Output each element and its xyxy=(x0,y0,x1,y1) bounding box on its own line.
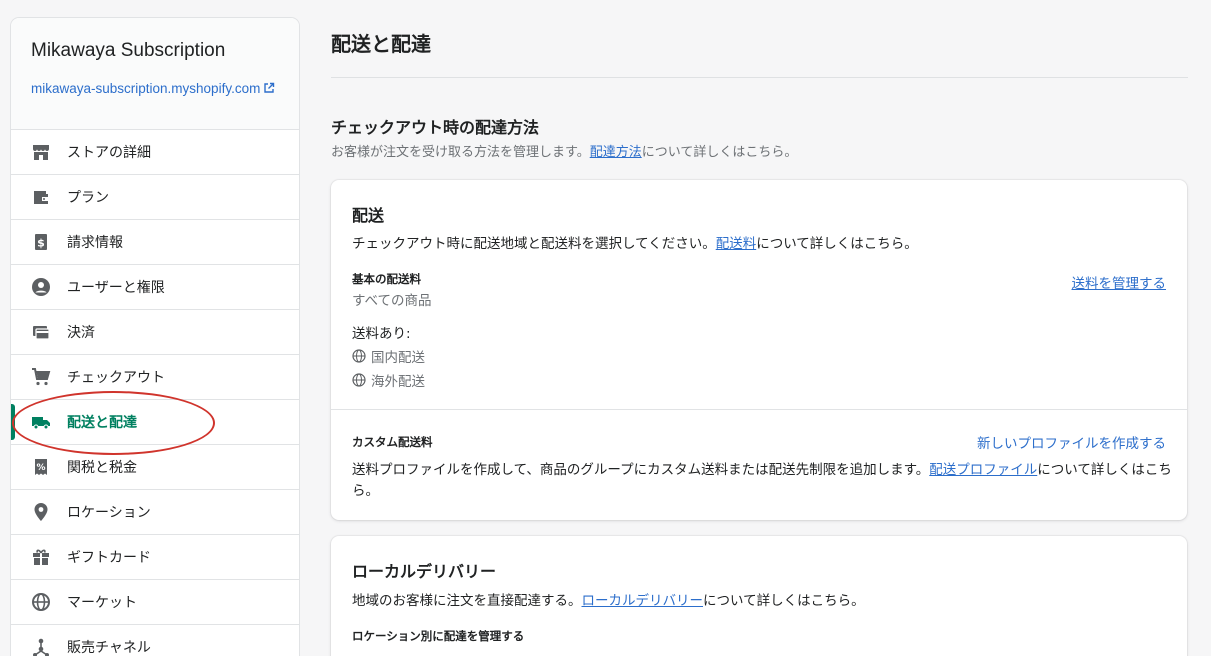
sidebar-item-taxes[interactable]: % 関税と税金 xyxy=(11,445,299,490)
globe-icon xyxy=(31,592,51,612)
shipping-card-desc: チェックアウト時に配送地域と配送料を選択してください。配送料について詳しくはこち… xyxy=(352,232,918,252)
custom-rates-label: カスタム配送料 xyxy=(352,435,433,449)
sidebar-item-users[interactable]: ユーザーと権限 xyxy=(11,265,299,310)
general-rates-label: 基本の配送料 xyxy=(352,272,421,286)
store-url-link[interactable]: mikawaya-subscription.myshopify.com xyxy=(31,78,281,99)
card-divider xyxy=(331,409,1187,410)
sidebar-item-label: 販売チャネル xyxy=(67,640,151,656)
custom-rates-desc: 送料プロファイルを作成して、商品のグループにカスタム送料または配送先制限を追加し… xyxy=(352,460,1172,502)
sidebar-item-label: 配送と配達 xyxy=(67,415,137,431)
sidebar-item-checkout[interactable]: チェックアウト xyxy=(11,355,299,400)
shipping-rates-link[interactable]: 配送料 xyxy=(716,236,757,252)
sidebar-item-markets[interactable]: マーケット xyxy=(11,580,299,625)
sidebar-item-label: チェックアウト xyxy=(67,370,165,386)
shipping-card: 配送 チェックアウト時に配送地域と配送料を選択してください。配送料について詳しく… xyxy=(331,180,1187,520)
sidebar-item-label: プラン xyxy=(67,190,109,206)
local-desc-text: 地域のお客様に注文を直接配達する。 xyxy=(352,593,582,609)
sidebar-item-label: ユーザーと権限 xyxy=(67,280,165,296)
channel-icon xyxy=(31,637,51,656)
store-url-text[interactable]: mikawaya-subscription.myshopify.com xyxy=(31,81,260,96)
sidebar-item-sales-channels[interactable]: 販売チャネル xyxy=(11,625,299,656)
payment-icon xyxy=(31,322,51,342)
shipping-profiles-link[interactable]: 配送プロファイル xyxy=(929,462,1037,478)
sidebar-item-label: ギフトカード xyxy=(67,550,151,566)
user-icon xyxy=(31,277,51,297)
sidebar-item-gift-cards[interactable]: ギフトカード xyxy=(11,535,299,580)
local-delivery-title: ローカルデリバリー xyxy=(352,562,497,581)
general-rates-products: すべての商品 xyxy=(352,293,432,309)
store-header: Mikawaya Subscription mikawaya-subscript… xyxy=(11,18,299,130)
section-subtitle: お客様が注文を受け取る方法を管理します。配達方法について詳しくはこちら。 xyxy=(331,141,797,160)
rates-for-label: 送料あり: xyxy=(352,326,411,342)
sidebar-item-payments[interactable]: 決済 xyxy=(11,310,299,355)
cart-icon xyxy=(31,367,51,387)
create-profile-link[interactable]: 新しいプロファイルを作成する xyxy=(977,432,1166,452)
sidebar-item-store-details[interactable]: ストアの詳細 xyxy=(11,130,299,175)
section-sub-text: お客様が注文を受け取る方法を管理します。 xyxy=(331,145,590,160)
sidebar-item-label: ストアの詳細 xyxy=(67,145,151,161)
delivery-methods-link[interactable]: 配達方法 xyxy=(590,145,642,160)
local-delivery-link[interactable]: ローカルデリバリー xyxy=(582,593,704,609)
sidebar-item-plan[interactable]: プラン xyxy=(11,175,299,220)
page-title: 配送と配達 xyxy=(331,32,431,56)
sidebar-item-locations[interactable]: ロケーション xyxy=(11,490,299,535)
sidebar-item-label: 決済 xyxy=(67,325,95,341)
sidebar-item-label: マーケット xyxy=(67,595,137,611)
shipping-desc-suffix: について詳しくはこちら。 xyxy=(756,236,918,252)
local-delivery-desc: 地域のお客様に注文を直接配達する。ローカルデリバリーについて詳しくはこちら。 xyxy=(352,589,865,609)
store-icon xyxy=(31,142,51,162)
sidebar-item-label: 請求情報 xyxy=(67,235,123,251)
sidebar-item-billing[interactable]: $ 請求情報 xyxy=(11,220,299,265)
location-icon xyxy=(31,502,51,522)
gift-icon xyxy=(31,547,51,567)
sidebar-item-label: 関税と税金 xyxy=(67,460,137,476)
custom-desc-text: 送料プロファイルを作成して、商品のグループにカスタム送料または配送先制限を追加し… xyxy=(352,462,930,478)
wallet-icon xyxy=(31,187,51,207)
shipping-desc-text: チェックアウト時に配送地域と配送料を選択してください。 xyxy=(352,236,716,252)
title-divider xyxy=(331,77,1188,78)
local-delivery-card: ローカルデリバリー 地域のお客様に注文を直接配達する。ローカルデリバリーについて… xyxy=(331,536,1187,656)
svg-text:$: $ xyxy=(37,237,45,250)
globe-icon xyxy=(352,373,366,387)
zone-label: 海外配送 xyxy=(371,374,425,390)
manage-by-location-label: ロケーション別に配達を管理する xyxy=(352,629,525,643)
sidebar-item-shipping[interactable]: 配送と配達 xyxy=(11,400,299,445)
truck-icon xyxy=(31,412,51,432)
bill-icon: $ xyxy=(31,232,51,252)
local-desc-suffix: について詳しくはこちら。 xyxy=(703,593,865,609)
zone-domestic: 国内配送 xyxy=(352,346,425,366)
tax-icon: % xyxy=(31,457,51,477)
store-name: Mikawaya Subscription xyxy=(31,40,226,61)
sidebar-item-label: ロケーション xyxy=(67,505,151,521)
section-sub-suffix: について詳しくはこちら。 xyxy=(641,145,798,160)
shipping-card-title: 配送 xyxy=(352,206,385,225)
settings-sidebar: Mikawaya Subscription mikawaya-subscript… xyxy=(11,18,299,656)
section-title: チェックアウト時の配達方法 xyxy=(331,118,540,137)
external-link-icon xyxy=(264,82,275,93)
zone-international: 海外配送 xyxy=(352,370,425,390)
globe-icon xyxy=(352,349,366,363)
manage-rates-link[interactable]: 送料を管理する xyxy=(1072,272,1167,292)
svg-text:%: % xyxy=(36,463,45,473)
zone-label: 国内配送 xyxy=(371,350,425,366)
